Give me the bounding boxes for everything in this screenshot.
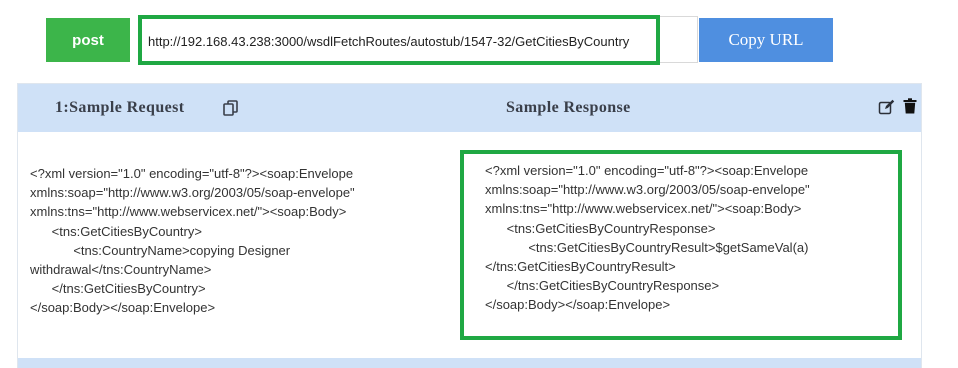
copy-icon[interactable] <box>222 99 240 117</box>
sample-request-xml: <?xml version="1.0" encoding="utf-8"?><s… <box>30 166 355 316</box>
edit-icon[interactable] <box>878 99 895 116</box>
trash-icon[interactable] <box>903 98 917 114</box>
sample-response-xml: <?xml version="1.0" encoding="utf-8"?><s… <box>485 163 810 313</box>
method-post-button[interactable]: post <box>46 18 130 62</box>
sample-panel: 1:Sample Request Sample Response <?xml v… <box>17 83 922 368</box>
panel-header: 1:Sample Request Sample Response <box>18 84 921 132</box>
panel-footer <box>18 358 921 368</box>
sample-request-title: 1:Sample Request <box>55 99 185 116</box>
endpoint-url-input[interactable] <box>148 28 648 54</box>
sample-response-title: Sample Response <box>506 99 631 116</box>
mock-endpoint-view: post Copy URL 1:Sample Request Sample Re… <box>0 0 958 368</box>
copy-url-button[interactable]: Copy URL <box>699 18 833 62</box>
